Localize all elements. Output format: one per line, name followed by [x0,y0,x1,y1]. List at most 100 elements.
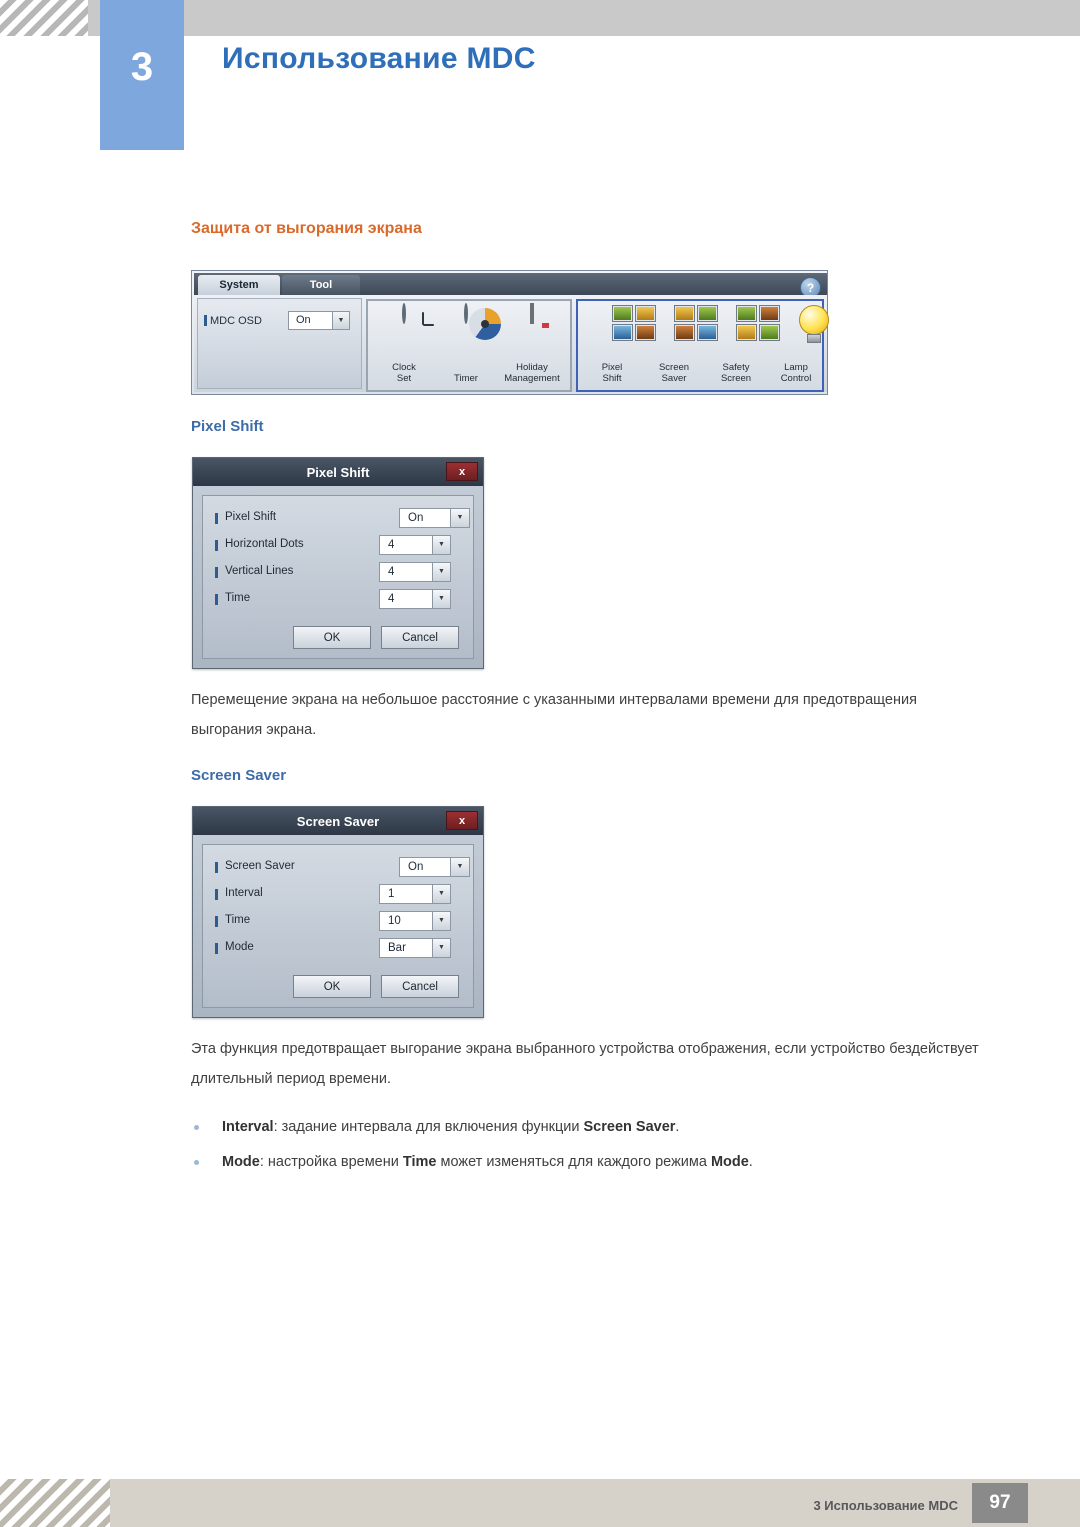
bullet-mode-term: Mode [222,1154,260,1170]
row-time-select[interactable]: 10 ▼ [379,911,451,931]
tab-system[interactable]: System [198,275,280,295]
row-horizontal-dots-select[interactable]: 4 ▼ [379,535,451,555]
button-screen-saver[interactable]: Screen Saver [642,302,718,386]
row-screen-saver-select[interactable]: On ▼ [399,857,470,877]
mdc-group-screen-protection: Pixel Shift Screen Saver Safety Screen L… [576,298,829,392]
row-vertical-lines: Vertical Lines 4 ▼ [203,560,473,587]
bullet-mode-term2: Time [402,1154,437,1170]
mdc-toolbar-screenshot: System Tool ? MDC OSD On ▼ Clock Set Tim… [191,270,829,395]
screen-saver-dialog: Screen Saver x Screen Saver On ▼ Interva… [192,806,484,1018]
row-screen-saver-value: On [408,861,424,873]
field-marker [215,513,218,524]
row-mode-select[interactable]: Bar ▼ [379,938,451,958]
row-time-select[interactable]: 4 ▼ [379,589,451,609]
pixel-shift-dialog-body: Pixel Shift On ▼ Horizontal Dots 4 ▼ Ver… [202,495,474,659]
button-lamp-control[interactable]: Lamp Control [764,302,829,386]
row-pixel-shift-value: On [408,512,424,524]
cancel-button[interactable]: Cancel [381,975,459,998]
screen-saver-dialog-title: Screen Saver x [193,807,483,835]
field-marker [215,916,218,927]
field-marker [215,943,218,954]
button-timer-label: Timer [454,372,478,384]
footer-text: 3 Использование MDC [813,1498,958,1513]
row-horizontal-dots: Horizontal Dots 4 ▼ [203,533,473,560]
button-pixel-shift[interactable]: Pixel Shift [580,302,656,386]
button-safety-screen-label: Safety Screen [720,362,752,384]
screen-saver-description: Эта функция предотвращает выгорание экра… [191,1041,979,1087]
page-number: 97 [972,1483,1028,1523]
screen-saver-dialog-body: Screen Saver On ▼ Interval 1 ▼ Time 10 ▼ [202,844,474,1008]
row-mode-value: Bar [388,942,406,954]
cancel-button[interactable]: Cancel [381,626,459,649]
chevron-down-icon[interactable]: ▼ [450,508,470,528]
bullet-mode-text3: . [748,1154,753,1170]
row-pixel-shift-label: Pixel Shift [225,511,277,523]
row-time-label: Time [225,592,251,604]
button-lamp-control-label: Lamp Control [780,362,812,384]
subsection-title-pixel-shift: Pixel Shift [191,418,264,435]
row-vertical-lines-select[interactable]: 4 ▼ [379,562,451,582]
page-title: Использование MDC [222,42,536,75]
section-title: Защита от выгорания экрана [191,220,422,237]
chevron-down-icon[interactable]: ▼ [432,885,450,903]
pixel-shift-dialog-buttons: OK Cancel [203,618,473,658]
ok-button[interactable]: OK [293,626,371,649]
chevron-down-icon[interactable]: ▼ [432,590,450,608]
bullet-interval-text1: : задание интервала для включения функци… [273,1119,584,1135]
row-interval-select[interactable]: 1 ▼ [379,884,451,904]
mdc-osd-panel: MDC OSD On ▼ [197,298,362,389]
chevron-down-icon[interactable]: ▼ [432,536,450,554]
button-screen-saver-label: Screen Saver [658,362,690,384]
button-clock-set[interactable]: Clock Set [372,302,436,386]
bullet-mode: Mode: настройка времени Time может измен… [222,1148,753,1176]
field-marker [215,889,218,900]
row-pixel-shift-select[interactable]: On ▼ [399,508,470,528]
chevron-down-icon[interactable]: ▼ [332,312,349,329]
timer-icon [464,303,501,340]
screen-saver-dialog-title-text: Screen Saver [296,813,380,829]
ok-button[interactable]: OK [293,975,371,998]
bullet-mode-text2: может изменяться для каждого режима [436,1154,711,1170]
row-time: Time 10 ▼ [203,909,473,936]
chevron-down-icon[interactable]: ▼ [450,857,470,877]
row-vertical-lines-label: Vertical Lines [225,565,294,577]
pixel-shift-dialog-title: Pixel Shift x [193,458,483,486]
chevron-down-icon[interactable]: ▼ [432,939,450,957]
button-timer[interactable]: Timer [434,302,501,386]
close-icon[interactable]: x [446,811,478,830]
row-vertical-lines-value: 4 [388,566,395,578]
field-marker [215,540,218,551]
bullet-interval: Interval: задание интервала для включени… [222,1113,679,1141]
mdc-osd-value: On [296,314,311,326]
tab-tool[interactable]: Tool [282,275,360,295]
pixel-shift-dialog: Pixel Shift x Pixel Shift On ▼ Horizonta… [192,457,484,669]
row-screen-saver: Screen Saver On ▼ [203,855,473,882]
pixel-shift-dialog-title-text: Pixel Shift [306,464,370,480]
calendar-icon [530,303,549,328]
button-safety-screen[interactable]: Safety Screen [704,302,780,386]
row-time: Time 4 ▼ [203,587,473,614]
button-holiday-management[interactable]: Holiday Management [496,302,568,386]
chevron-down-icon[interactable]: ▼ [432,912,450,930]
chevron-down-icon[interactable]: ▼ [432,563,450,581]
bullet-mode-term3: Mode [710,1154,749,1170]
bullet-interval-text2: . [675,1119,680,1135]
row-mode-label: Mode [225,941,254,953]
mdc-tabbar: System Tool ? [194,273,827,298]
row-time-label: Time [225,914,251,926]
row-mode: Mode Bar ▼ [203,936,473,963]
subsection-title-screen-saver: Screen Saver [191,767,287,784]
pixel-shift-description: Перемещение экрана на небольшое расстоян… [191,692,917,738]
row-interval-value: 1 [388,888,395,900]
close-icon[interactable]: x [446,462,478,481]
bullet-mode-text1: : настройка времени [259,1154,403,1170]
field-marker [215,594,218,605]
chapter-number: 3 [130,44,154,89]
mdc-osd-select[interactable]: On ▼ [288,311,350,330]
field-marker [215,862,218,873]
bullet-marker [194,1160,199,1165]
row-interval: Interval 1 ▼ [203,882,473,909]
mdc-osd-label: MDC OSD [210,315,262,327]
screen-saver-dialog-buttons: OK Cancel [203,967,473,1007]
clock-icon [402,303,406,324]
